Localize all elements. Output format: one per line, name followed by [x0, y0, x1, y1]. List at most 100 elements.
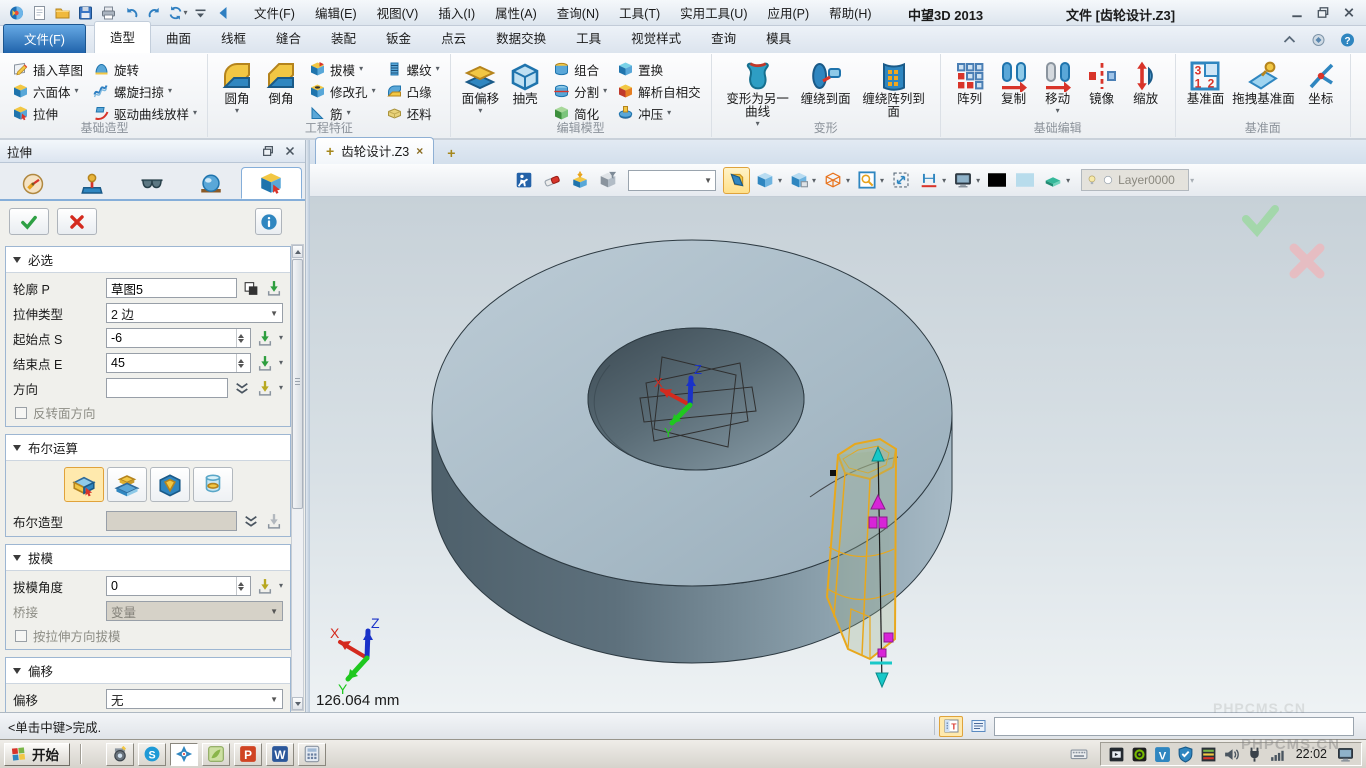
ribbon-button-pattern[interactable]: 阵列	[948, 58, 992, 117]
chevron-down-icon[interactable]: ▾	[279, 582, 283, 590]
fit-window-button[interactable]	[887, 167, 914, 194]
keyboard-tray-button[interactable]	[1064, 743, 1094, 765]
spinner[interactable]	[236, 354, 246, 372]
tray-power[interactable]	[1246, 746, 1263, 763]
ribbon-button-draft[interactable]: 拔模 ▾	[306, 59, 379, 80]
restore-icon[interactable]	[1314, 5, 1332, 20]
ribbon-button-box[interactable]: 六面体 ▾	[9, 81, 86, 102]
info-button[interactable]	[255, 208, 282, 235]
close-icon[interactable]	[1340, 5, 1358, 20]
ribbon-button-copy[interactable]: 复制	[992, 58, 1036, 117]
tray-media-player[interactable]	[1108, 746, 1125, 763]
extrude-type-combo[interactable]: 2 边▼	[106, 303, 283, 323]
qat-button-zw3d-logo[interactable]	[6, 3, 26, 22]
ribbon-button-chamfer[interactable]: 倒角	[259, 58, 303, 117]
tab-close-icon[interactable]: ×	[416, 146, 423, 156]
pick-end-icon[interactable]	[256, 355, 274, 372]
qat-button-print[interactable]	[98, 3, 118, 22]
constraint-display-button[interactable]	[915, 167, 942, 194]
powerpoint-launcher[interactable]: P	[234, 743, 262, 766]
status-input-field[interactable]	[995, 718, 1353, 735]
ribbon-tab[interactable]: 视觉样式	[616, 23, 696, 53]
panel-tab-render[interactable]	[181, 167, 240, 199]
direction-field[interactable]	[106, 378, 228, 398]
section-offset-header[interactable]: 偏移	[6, 658, 290, 684]
ribbon-tab[interactable]: 工具	[561, 23, 616, 53]
tray-nvidia[interactable]	[1131, 746, 1148, 763]
section-boolean-header[interactable]: 布尔运算	[6, 435, 290, 461]
qat-button-open-file[interactable]	[52, 3, 72, 22]
ribbon-button-scale[interactable]: 缩放	[1124, 58, 1168, 117]
ribbon-tab[interactable]: 数据交换	[481, 23, 561, 53]
corner-collapse-ribbon[interactable]	[1281, 32, 1298, 48]
erase-button[interactable]	[538, 167, 565, 194]
display-mode-button[interactable]	[949, 167, 976, 194]
double-chevron-icon[interactable]	[242, 513, 260, 530]
tooth-sketch-preview[interactable]	[827, 439, 896, 687]
view-orient-button[interactable]	[751, 167, 778, 194]
exit-button[interactable]	[510, 167, 537, 194]
pick-angle-icon[interactable]	[256, 578, 274, 595]
qat-button-regen[interactable]: ▾	[167, 3, 187, 22]
multi-select-icon[interactable]	[242, 280, 260, 297]
ribbon-tab[interactable]: 模具	[751, 23, 806, 53]
tray-volume[interactable]	[1223, 746, 1240, 763]
boolean-remove-button[interactable]	[150, 467, 190, 502]
panel-close-icon[interactable]	[282, 144, 298, 158]
ribbon-tab[interactable]: 查询	[696, 23, 751, 53]
pick-filter-button[interactable]	[594, 167, 621, 194]
chevron-down-icon[interactable]: ▾	[942, 176, 946, 185]
tray-security-shield[interactable]	[1177, 746, 1194, 763]
ribbon-button-csys[interactable]: 坐标	[1299, 58, 1343, 108]
show-desktop-icon[interactable]	[1337, 746, 1354, 763]
corner-style-switch[interactable]	[1310, 32, 1327, 48]
ribbon-button-fillet[interactable]: 圆角 ▾	[215, 58, 259, 117]
panel-tab-control[interactable]	[62, 167, 121, 199]
qat-button-redo[interactable]	[144, 3, 164, 22]
pick-profile-icon[interactable]	[265, 280, 283, 297]
ribbon-tab[interactable]: 造型	[94, 21, 151, 53]
new-tab-button[interactable]: +	[437, 142, 465, 164]
ribbon-button-insert-sketch[interactable]: 插入草图	[9, 59, 86, 80]
chevron-down-icon[interactable]: ▾	[880, 176, 884, 185]
ribbon-button-resolve-self-intersection[interactable]: 解析自相交	[614, 81, 704, 102]
ribbon-button-flange[interactable]: 凸缘	[383, 81, 443, 102]
show-hide-button[interactable]	[785, 167, 812, 194]
zoom-window-button[interactable]	[853, 167, 880, 194]
qat-button-new-file[interactable]	[29, 3, 49, 22]
boolean-base-button[interactable]	[64, 467, 104, 502]
scroll-up-icon[interactable]	[292, 245, 303, 258]
ribbon-button-shell[interactable]: 抽壳	[503, 58, 547, 117]
ribbon-tab[interactable]: 曲面	[151, 23, 206, 53]
viewport[interactable]: X Z Y	[310, 197, 1366, 712]
skype-launcher[interactable]: S	[138, 743, 166, 766]
pick-direction-icon[interactable]	[256, 380, 274, 397]
section-required-header[interactable]: 必选	[6, 247, 290, 273]
direction-input[interactable]	[111, 381, 223, 395]
draft-by-direction-checkbox[interactable]	[15, 630, 27, 642]
pick-start-icon[interactable]	[256, 330, 274, 347]
scrollbar-thumb[interactable]	[292, 259, 303, 509]
word-launcher[interactable]: W	[266, 743, 294, 766]
ribbon-button-thread[interactable]: 螺纹 ▾	[383, 59, 443, 80]
ribbon-button-split[interactable]: 分割 ▾	[550, 81, 610, 102]
qat-button-collapse-toolbar[interactable]	[213, 3, 233, 22]
double-chevron-icon[interactable]	[233, 380, 251, 397]
viewport-canvas[interactable]: X Z Y	[310, 197, 1366, 712]
panel-tab-history[interactable]	[3, 167, 62, 199]
prompt-bar-button[interactable]: T	[939, 716, 963, 737]
tray-input-method[interactable]	[1200, 746, 1217, 763]
start-point-input[interactable]	[111, 331, 236, 345]
draft-angle-input[interactable]	[111, 579, 236, 593]
zw3d-launcher[interactable]	[170, 743, 198, 766]
chevron-down-icon[interactable]: ▾	[279, 334, 283, 342]
output-list-button[interactable]	[966, 716, 990, 737]
layer-combo[interactable]: Layer0000	[1081, 169, 1189, 191]
spinner[interactable]	[236, 577, 246, 595]
flip-face-checkbox[interactable]	[15, 407, 27, 419]
chevron-down-icon[interactable]: ▾	[812, 176, 816, 185]
chevron-down-icon[interactable]: ▾	[846, 176, 850, 185]
face-color-button[interactable]	[1011, 167, 1038, 194]
calculator-launcher[interactable]	[298, 743, 326, 766]
pick-filter-combo[interactable]: ▼	[628, 170, 716, 191]
